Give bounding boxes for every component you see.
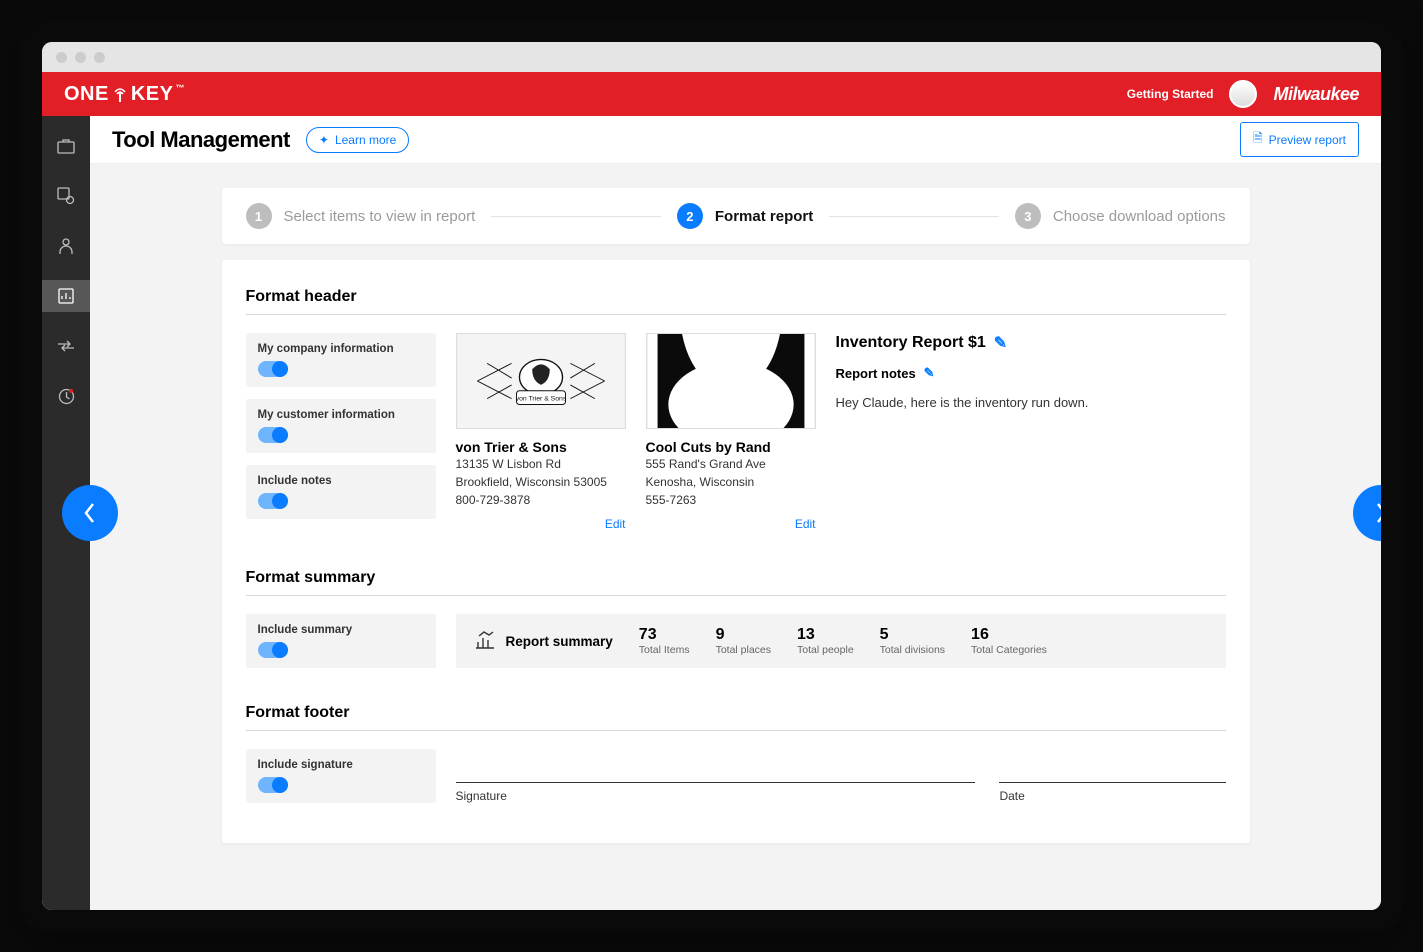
date-field[interactable]: Date <box>999 749 1225 803</box>
format-footer-title: Format footer <box>246 704 1226 722</box>
toggle-include-summary: Include summary <box>246 614 436 668</box>
signal-icon <box>111 85 129 99</box>
sidebar-item-activity[interactable] <box>42 380 90 412</box>
signature-field[interactable]: Signature <box>456 749 976 803</box>
edit-company-link[interactable]: Edit <box>605 517 626 531</box>
edit-notes-icon[interactable]: ✎ <box>924 365 935 381</box>
learn-more-button[interactable]: ✦ Learn more <box>306 127 409 153</box>
company-name: von Trier & Sons <box>456 439 626 455</box>
stat-categories: 16Total Categories <box>971 626 1047 656</box>
prev-step-button[interactable] <box>62 485 118 541</box>
sidebar-item-places[interactable] <box>42 180 90 212</box>
report-title: Inventory Report $1 <box>836 334 986 352</box>
edit-title-icon[interactable]: ✎ <box>994 333 1007 353</box>
format-summary-title: Format summary <box>246 569 1226 587</box>
stat-places: 9Total places <box>716 626 771 656</box>
sidebar-item-transfer[interactable] <box>42 330 90 362</box>
company-logo: von Trier & Sons <box>456 333 626 429</box>
logo-onekey: ONE KEY™ <box>64 83 185 106</box>
toggle-company-switch[interactable] <box>258 361 288 377</box>
report-notes-text: Hey Claude, here is the inventory run do… <box>836 395 1226 410</box>
content-panel: Format header My company information My … <box>222 260 1250 843</box>
toggle-include-signature: Include signature <box>246 749 436 803</box>
format-header-title: Format header <box>246 288 1226 306</box>
document-icon: 🗎 <box>1253 129 1263 150</box>
window-titlebar <box>42 42 1381 72</box>
edit-customer-link[interactable]: Edit <box>795 517 816 531</box>
sidebar-item-people[interactable] <box>42 230 90 262</box>
summary-bar: Report summary 73Total Items 9Total plac… <box>456 614 1226 668</box>
customer-logo <box>646 333 816 429</box>
user-avatar[interactable] <box>1229 80 1257 108</box>
window-min-dot[interactable] <box>75 52 86 63</box>
toggle-include-notes: Include notes <box>246 465 436 519</box>
svg-text:von Trier & Sons: von Trier & Sons <box>515 396 566 403</box>
window-max-dot[interactable] <box>94 52 105 63</box>
page-header: Tool Management ✦ Learn more 🗎 Preview r… <box>90 116 1381 164</box>
chart-icon <box>474 630 496 653</box>
stat-items: 73Total Items <box>639 626 690 656</box>
toggle-customer-switch[interactable] <box>258 427 288 443</box>
brand-milwaukee: Milwaukee <box>1273 84 1359 105</box>
stat-divisions: 5Total divisions <box>880 626 945 656</box>
toggle-signature-switch[interactable] <box>258 777 288 793</box>
toggle-notes-switch[interactable] <box>258 493 288 509</box>
step-3[interactable]: 3 Choose download options <box>1015 203 1226 229</box>
preview-report-button[interactable]: 🗎 Preview report <box>1240 122 1359 157</box>
step-2[interactable]: 2 Format report <box>677 203 813 229</box>
app-header: ONE KEY™ Getting Started Milwaukee <box>42 72 1381 116</box>
step-1[interactable]: 1 Select items to view in report <box>246 203 476 229</box>
customer-card: Cool Cuts by Rand 555 Rand's Grand Ave K… <box>646 333 816 533</box>
report-meta: Inventory Report $1 ✎ Report notes ✎ Hey… <box>836 333 1226 410</box>
window-close-dot[interactable] <box>56 52 67 63</box>
toggle-customer-info: My customer information <box>246 399 436 453</box>
toggle-summary-switch[interactable] <box>258 642 288 658</box>
report-notes-label: Report notes <box>836 366 916 381</box>
company-card: von Trier & Sons von Trier & Sons 13135 … <box>456 333 626 533</box>
stat-people: 13Total people <box>797 626 854 656</box>
getting-started-link[interactable]: Getting Started <box>1127 87 1214 101</box>
sidebar-item-inventory[interactable] <box>42 130 90 162</box>
toggle-company-info: My company information <box>246 333 436 387</box>
page-title: Tool Management <box>112 127 290 153</box>
stepper-panel: 1 Select items to view in report 2 Forma… <box>222 188 1250 244</box>
sidebar-item-reports[interactable] <box>42 280 90 312</box>
sparkle-icon: ✦ <box>319 133 329 147</box>
customer-name: Cool Cuts by Rand <box>646 439 816 455</box>
